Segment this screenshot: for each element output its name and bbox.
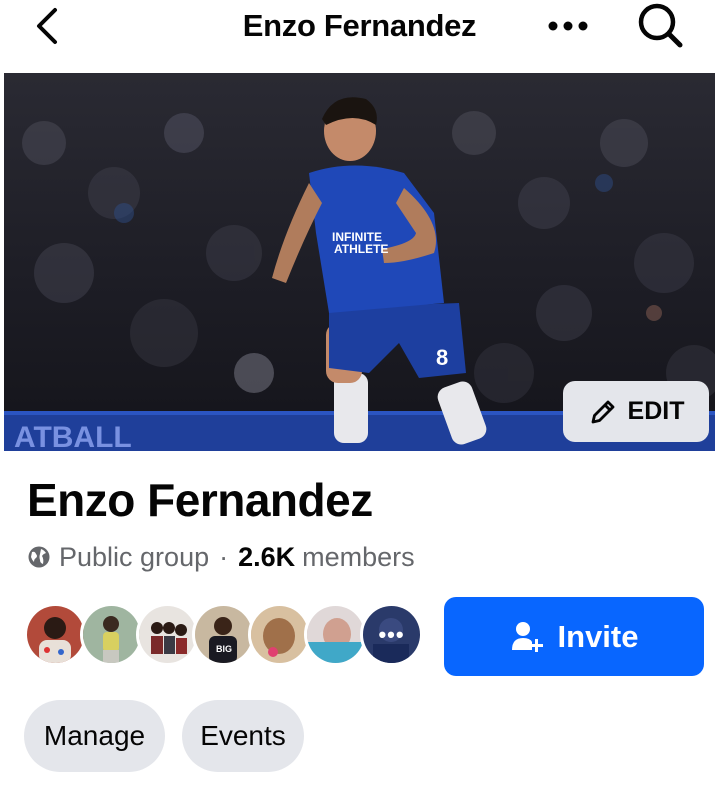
pencil-icon [591, 400, 614, 423]
search-button[interactable] [630, 0, 690, 52]
svg-text:ATHLETE: ATHLETE [334, 242, 388, 256]
avatar-more[interactable]: ••• [360, 603, 423, 666]
svg-text:BIG: BIG [216, 644, 232, 654]
edit-label: EDIT [627, 397, 685, 425]
group-name: Enzo Fernandez [27, 474, 373, 526]
more-horizontal-icon [548, 21, 588, 31]
page-title: Enzo Fernandez [242, 8, 477, 43]
svg-text:8: 8 [436, 345, 448, 370]
events-label: Events [200, 720, 286, 751]
privacy-label: Public group [59, 541, 210, 572]
invite-label: Invite [557, 618, 639, 654]
add-person-icon [511, 621, 543, 652]
meta-separator: · [219, 541, 229, 572]
avatar[interactable] [24, 603, 87, 666]
avatar[interactable] [80, 603, 143, 666]
more-members-indicator: ••• [378, 621, 405, 647]
more-options-button[interactable] [540, 4, 596, 48]
globe-icon [27, 544, 53, 570]
top-bar: Enzo Fernandez [0, 0, 719, 72]
cover-photo[interactable]: ATBALL INFINITE ATHLETE 8 EDIT [4, 73, 715, 451]
avatar[interactable]: BIG [192, 603, 255, 666]
member-count[interactable]: 2.6K [238, 542, 295, 573]
manage-button[interactable]: Manage [24, 700, 165, 772]
avatar[interactable] [136, 603, 199, 666]
group-meta: Public group · 2.6K members [27, 540, 415, 574]
edit-cover-button[interactable]: EDIT [563, 381, 709, 442]
svg-text:ATBALL: ATBALL [14, 421, 132, 451]
manage-label: Manage [43, 720, 146, 751]
invite-button[interactable]: Invite [444, 597, 704, 676]
member-avatars[interactable]: BIG ••• [24, 603, 434, 667]
events-button[interactable]: Events [182, 700, 304, 772]
avatar[interactable] [304, 603, 367, 666]
avatar[interactable] [248, 603, 311, 666]
search-icon [638, 3, 683, 48]
members-label[interactable]: members [302, 542, 415, 573]
